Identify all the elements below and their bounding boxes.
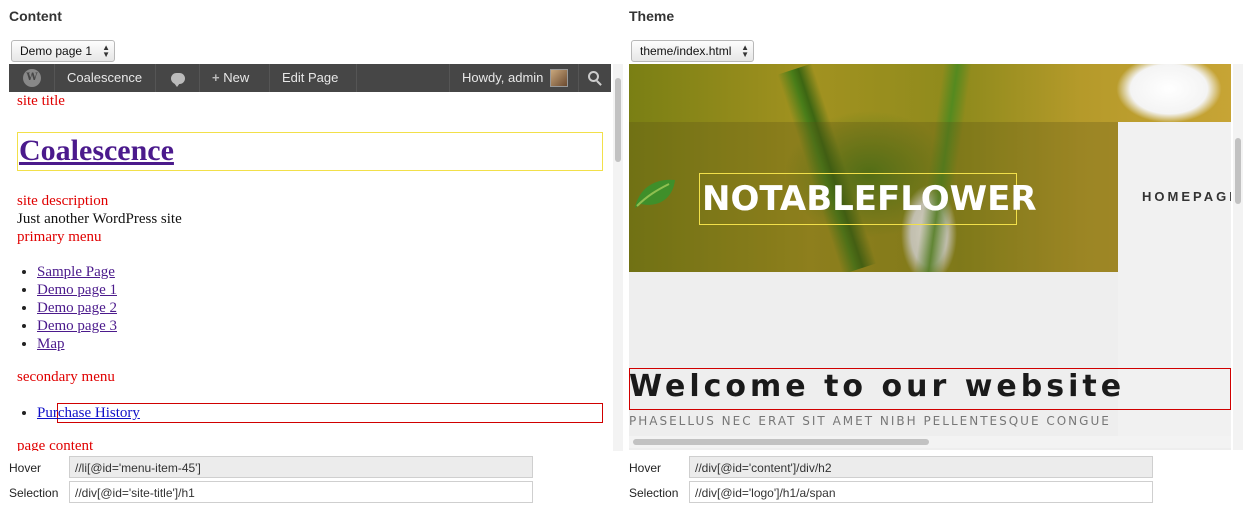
select-arrows-icon: ▲ ▼ [741, 43, 749, 59]
page-select[interactable]: Demo page 1 ▲ ▼ [11, 40, 115, 62]
admin-search-button[interactable] [579, 64, 611, 92]
site-title-region-label: site title [17, 93, 65, 109]
logo-selection-outline[interactable]: NOTABLEFLOWER [699, 173, 1037, 225]
menu-link-sample-page[interactable]: Sample Page [37, 264, 115, 280]
theme-hover-field: //div[@id='content']/div/h2 [689, 456, 1153, 478]
primary-menu-region-label: primary menu [17, 229, 102, 245]
new-label: New [223, 70, 250, 85]
wordpress-logo-icon [23, 69, 41, 87]
new-button[interactable]: + New [200, 64, 270, 92]
list-item: Demo page 3 [37, 317, 117, 335]
site-description: Just another WordPress site [17, 211, 182, 227]
theme-pane-title: Theme [629, 8, 675, 24]
theme-file-select-value: theme/index.html [640, 44, 732, 58]
menu-link-demo-page-1[interactable]: Demo page 1 [37, 282, 117, 298]
site-name-button[interactable]: Coalescence [55, 64, 156, 92]
site-description-region-label: site description [17, 193, 109, 209]
howdy-label: Howdy, admin [462, 70, 544, 85]
list-item: Map [37, 335, 117, 353]
content-hover-label: Hover [9, 461, 42, 475]
content-preview-frame[interactable]: Coalescence + New Edit Page Howdy, admin… [9, 64, 627, 451]
theme-preview-frame[interactable]: HOMEPAGE NOTABLEFLOWER Welcome to our we… [629, 64, 1231, 450]
wp-logo-button[interactable] [9, 64, 55, 92]
list-item: Demo page 1 [37, 281, 117, 299]
content-selection-label: Selection [9, 486, 59, 500]
theme-selection-field[interactable]: //div[@id='logo']/h1/a/span [689, 481, 1153, 503]
logo-text[interactable]: NOTABLEFLOWER [702, 179, 1037, 219]
content-pane-title: Content [9, 8, 62, 24]
page-content-region-label: page content [17, 438, 94, 451]
site-title-selection-outline[interactable]: Coalescence [17, 132, 603, 171]
scrollbar-thumb[interactable] [615, 78, 621, 162]
scrollbar-thumb[interactable] [1235, 138, 1241, 204]
secondary-menu-region-label: secondary menu [17, 369, 115, 385]
plus-icon: + [212, 70, 220, 85]
secondary-menu-list: Purchase History [37, 404, 140, 422]
theme-file-select[interactable]: theme/index.html ▲ ▼ [631, 40, 754, 62]
list-item: Purchase History [37, 404, 140, 422]
theme-selection-label: Selection [629, 486, 679, 500]
edit-page-button[interactable]: Edit Page [270, 64, 357, 92]
theme-vertical-scrollbar[interactable] [1233, 64, 1243, 450]
menu-link-demo-page-2[interactable]: Demo page 2 [37, 300, 117, 316]
search-icon [588, 71, 599, 82]
select-arrows-icon: ▲ ▼ [102, 43, 110, 59]
site-name-label: Coalescence [67, 70, 143, 85]
theme-hover-label: Hover [629, 461, 662, 475]
page-select-value: Demo page 1 [20, 44, 93, 58]
comments-button[interactable] [156, 64, 200, 92]
menu-link-demo-page-3[interactable]: Demo page 3 [37, 318, 117, 334]
wp-admin-bar: Coalescence + New Edit Page Howdy, admin [9, 64, 611, 92]
menu-link-purchase-history[interactable]: Purchase History [37, 405, 140, 421]
my-account-button[interactable]: Howdy, admin [449, 64, 579, 92]
list-item: Demo page 2 [37, 299, 117, 317]
avatar [550, 69, 568, 87]
scrollbar-thumb[interactable] [633, 439, 929, 445]
theme-horizontal-scrollbar[interactable] [629, 436, 1231, 448]
leaf-icon [635, 179, 675, 208]
site-title-link[interactable]: Coalescence [19, 134, 174, 168]
content-vertical-scrollbar[interactable] [613, 64, 623, 451]
comment-bubble-icon [171, 73, 185, 87]
edit-page-label: Edit Page [282, 70, 339, 85]
primary-menu-list: Sample Page Demo page 1 Demo page 2 Demo… [37, 263, 117, 353]
content-hover-field: //li[@id='menu-item-45'] [69, 456, 533, 478]
menu-link-map[interactable]: Map [37, 336, 65, 352]
content-selection-field[interactable]: //div[@id='site-title']/h1 [69, 481, 533, 503]
welcome-subtitle: PHASELLUS NEC ERAT SIT AMET NIBH PELLENT… [629, 414, 1111, 428]
nav-homepage-link[interactable]: HOMEPAGE [1142, 189, 1231, 204]
list-item: Sample Page [37, 263, 117, 281]
welcome-heading[interactable]: Welcome to our website [629, 369, 1125, 404]
